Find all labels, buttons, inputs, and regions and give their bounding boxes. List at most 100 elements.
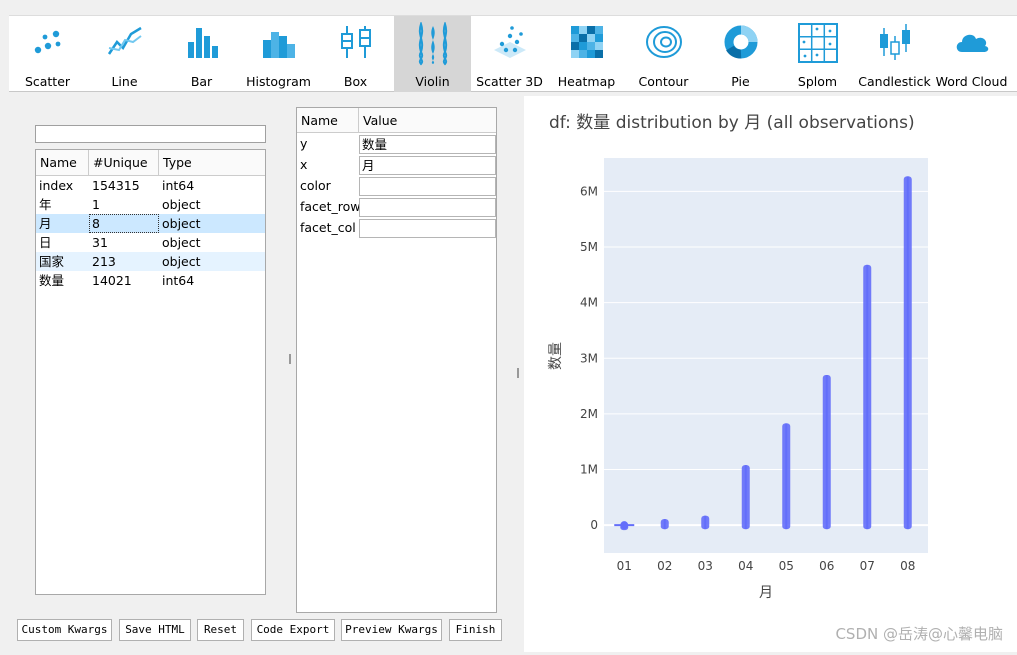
kwarg-value-input[interactable]: 月 bbox=[359, 155, 496, 175]
table-row[interactable]: 日 31 object bbox=[36, 233, 265, 252]
table-row-selected[interactable]: 月 8 object bbox=[36, 214, 265, 233]
plot-type-label: Line bbox=[111, 74, 138, 89]
scatter3d-icon bbox=[493, 26, 526, 58]
plot-type-label: Splom bbox=[797, 74, 838, 89]
x-tick-label: 03 bbox=[698, 559, 713, 573]
table-row[interactable]: 数量 14021 int64 bbox=[36, 271, 265, 290]
cell-unique: 31 bbox=[92, 235, 108, 250]
cell-unique: 8 bbox=[89, 214, 159, 233]
plot-type-histogram[interactable]: Histogram bbox=[240, 16, 317, 92]
plot-type-bar[interactable]: Bar bbox=[163, 16, 240, 92]
plot-type-pie[interactable]: Pie bbox=[702, 16, 779, 92]
header-name[interactable]: Name bbox=[36, 150, 89, 175]
plot-type-heatmap[interactable]: Heatmap bbox=[548, 16, 625, 92]
columns-table-header: Name #Unique Type bbox=[36, 150, 265, 176]
heatmap-icon bbox=[570, 26, 603, 58]
kwarg-name: x bbox=[300, 157, 308, 172]
y-tick-label: 3M bbox=[580, 351, 598, 365]
plot-area[interactable] bbox=[604, 158, 928, 553]
x-axis-title: 月 bbox=[759, 585, 773, 601]
kwarg-row-facet-col: facet_col bbox=[297, 217, 496, 238]
plot-type-label: Pie bbox=[731, 74, 750, 89]
kwarg-row-x: x 月 bbox=[297, 154, 496, 175]
cell-unique: 1 bbox=[92, 197, 100, 212]
kwarg-name: facet_row bbox=[300, 199, 361, 214]
cell-name: 数量 bbox=[39, 273, 65, 288]
y-tick-label: 2M bbox=[580, 407, 598, 421]
kwargs-table: Name Value y 数量 x 月 color facet_row face… bbox=[296, 107, 497, 613]
pie-icon bbox=[724, 25, 757, 59]
code-export-button[interactable]: Code Export bbox=[251, 619, 335, 641]
violin-point[interactable] bbox=[620, 521, 629, 530]
plot-type-splom[interactable]: Splom bbox=[779, 16, 856, 92]
x-tick-label: 02 bbox=[657, 559, 672, 573]
violin-chart[interactable]: df: 数量 distribution by 月 (all observatio… bbox=[524, 96, 1017, 652]
violin-points[interactable] bbox=[741, 465, 750, 530]
plot-type-violin[interactable]: Violin bbox=[394, 16, 471, 92]
y-axis-title: 数量 bbox=[548, 342, 564, 370]
candlestick-icon bbox=[879, 24, 910, 60]
violin-points[interactable] bbox=[863, 264, 872, 530]
plot-type-box[interactable]: Box bbox=[317, 16, 394, 92]
cell-name: 月 bbox=[39, 216, 52, 231]
cell-unique: 154315 bbox=[92, 178, 140, 193]
kwarg-row-facet-row: facet_row bbox=[297, 196, 496, 217]
line-icon bbox=[107, 26, 142, 55]
contour-icon bbox=[645, 26, 682, 58]
splitter-handle-right[interactable] bbox=[517, 368, 519, 378]
y-tick-label: 6M bbox=[580, 184, 598, 198]
plot-type-contour[interactable]: Contour bbox=[625, 16, 702, 92]
header-unique[interactable]: #Unique bbox=[89, 150, 159, 175]
kwarg-name: facet_col bbox=[300, 220, 356, 235]
violin-points[interactable] bbox=[822, 374, 831, 530]
cell-name: 年 bbox=[39, 197, 52, 212]
plot-type-toolbar: Scatter Line Bar Histogram Box Violin Sc… bbox=[9, 15, 1017, 92]
splitter-handle-left[interactable] bbox=[289, 354, 291, 364]
plot-type-line[interactable]: Line bbox=[86, 16, 163, 92]
x-tick-label: 06 bbox=[819, 559, 834, 573]
violin-points[interactable] bbox=[701, 515, 710, 530]
kwarg-name: y bbox=[300, 136, 308, 151]
plot-type-scatter[interactable]: Scatter bbox=[9, 16, 86, 92]
bar-icon bbox=[187, 28, 218, 58]
box-icon bbox=[340, 26, 371, 58]
cell-type: int64 bbox=[162, 178, 195, 193]
splom-icon bbox=[797, 23, 838, 63]
x-tick-label: 08 bbox=[900, 559, 915, 573]
violin-points[interactable] bbox=[660, 519, 669, 530]
reset-button[interactable]: Reset bbox=[197, 619, 244, 641]
table-row-hover[interactable]: 国家 213 object bbox=[36, 252, 265, 271]
kwarg-value-input[interactable] bbox=[359, 218, 496, 238]
column-filter-input[interactable] bbox=[35, 125, 266, 143]
table-row[interactable]: index 154315 int64 bbox=[36, 176, 265, 195]
plot-type-candlestick[interactable]: Candlestick bbox=[856, 16, 933, 92]
plot-type-wordcloud[interactable]: Word Cloud bbox=[933, 16, 1010, 92]
finish-button[interactable]: Finish bbox=[449, 619, 502, 641]
header-kw-name[interactable]: Name bbox=[297, 108, 359, 132]
plot-type-scatter3d[interactable]: Scatter 3D bbox=[471, 16, 548, 92]
cell-name: 国家 bbox=[39, 254, 65, 269]
kwarg-value-input[interactable] bbox=[359, 176, 496, 196]
x-tick-label: 07 bbox=[860, 559, 875, 573]
plot-type-label: Heatmap bbox=[557, 74, 616, 89]
kwarg-name: color bbox=[300, 178, 331, 193]
save-html-button[interactable]: Save HTML bbox=[119, 619, 191, 641]
y-tick-label: 4M bbox=[580, 296, 598, 310]
cell-unique: 14021 bbox=[92, 273, 132, 288]
x-tick-label: 01 bbox=[617, 559, 632, 573]
violin-points[interactable] bbox=[782, 423, 791, 530]
chart-panel: df: 数量 distribution by 月 (all observatio… bbox=[524, 96, 1017, 652]
kwarg-value-input[interactable] bbox=[359, 197, 496, 217]
x-tick-label: 04 bbox=[738, 559, 753, 573]
y-tick-label: 1M bbox=[580, 463, 598, 477]
header-kw-value[interactable]: Value bbox=[359, 108, 496, 132]
cell-unique: 213 bbox=[92, 254, 116, 269]
chart-title: df: 数量 distribution by 月 (all observatio… bbox=[549, 113, 915, 133]
kwarg-value-input[interactable]: 数量 bbox=[359, 134, 496, 154]
preview-kwargs-button[interactable]: Preview Kwargs bbox=[341, 619, 442, 641]
table-row[interactable]: 年 1 object bbox=[36, 195, 265, 214]
custom-kwargs-button[interactable]: Custom Kwargs bbox=[17, 619, 112, 641]
header-type[interactable]: Type bbox=[159, 150, 265, 175]
violin-points[interactable] bbox=[903, 176, 912, 530]
histogram-icon bbox=[262, 32, 295, 58]
